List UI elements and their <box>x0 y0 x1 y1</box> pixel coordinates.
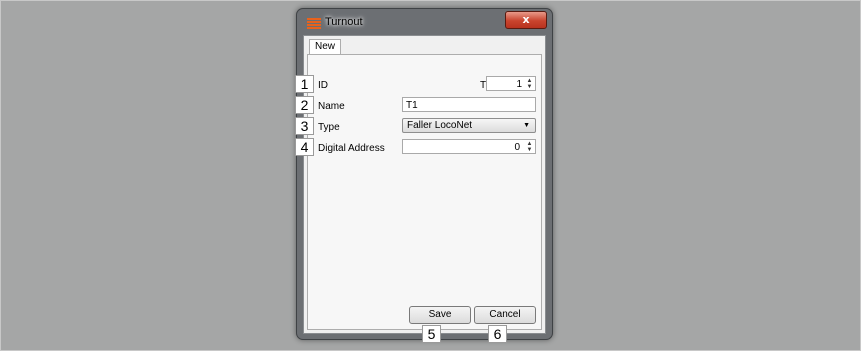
cancel-button[interactable]: Cancel <box>474 306 536 324</box>
tab-new[interactable]: New <box>309 39 342 54</box>
name-label: Name <box>318 101 345 112</box>
close-icon: x <box>522 13 530 26</box>
address-value: 0 <box>514 142 520 153</box>
tab-page-new: 1 ID T 1 ▲ ▼ 2 Name T1 3 Type Faller Loco… <box>295 54 542 343</box>
callout-5: 5 <box>422 325 441 343</box>
turnout-menu-icon[interactable] <box>307 18 321 29</box>
dropdown-arrow-icon[interactable]: ▼ <box>523 119 530 132</box>
callout-6: 6 <box>488 325 507 343</box>
id-spinner[interactable]: 1 ▲ ▼ <box>486 76 536 91</box>
title-bar[interactable]: Turnout x <box>297 9 552 35</box>
spin-arrows-icon[interactable]: ▲ ▼ <box>525 141 534 153</box>
window-title: Turnout <box>325 16 363 28</box>
dialog-client-area: New 1 ID T 1 ▲ ▼ 2 Name T1 3 Type Faller … <box>295 35 546 343</box>
type-value: Faller LocoNet <box>407 120 473 131</box>
type-label: Type <box>318 122 340 133</box>
id-value: 1 <box>516 79 522 90</box>
spin-arrows-icon[interactable]: ▲ ▼ <box>525 78 534 90</box>
callout-4: 4 <box>295 138 314 156</box>
address-spinner[interactable]: 0 ▲ ▼ <box>402 139 536 154</box>
name-value: T1 <box>406 100 418 111</box>
turnout-dialog: Turnout x New 1 ID T 1 ▲ ▼ 2 Name T1 3 Ty… <box>295 8 553 343</box>
address-label: Digital Address <box>318 143 385 154</box>
callout-1: 1 <box>295 75 314 93</box>
callout-2: 2 <box>295 96 314 114</box>
type-dropdown[interactable]: Faller LocoNet ▼ <box>402 118 536 133</box>
save-button[interactable]: Save <box>409 306 471 324</box>
callout-3: 3 <box>295 117 314 135</box>
id-label: ID <box>318 80 328 91</box>
close-button[interactable]: x <box>505 11 547 29</box>
name-field[interactable]: T1 <box>402 97 536 112</box>
